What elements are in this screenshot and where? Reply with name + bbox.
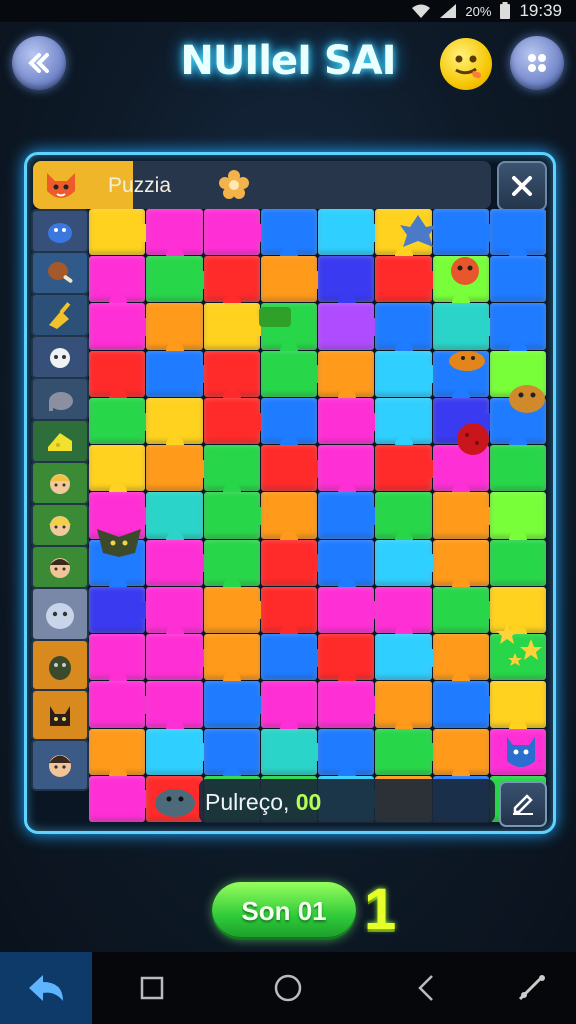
tray-piece[interactable] [31,545,89,589]
tray-piece[interactable] [31,209,89,253]
tray-piece[interactable] [31,639,89,691]
elephant-piece-icon [155,789,195,817]
puzzle-piece[interactable] [489,256,546,303]
dots-icon [528,54,546,72]
puzzle-board[interactable] [89,209,547,823]
status-icons: 20% 19:39 [411,1,562,21]
tray-piece[interactable] [31,419,89,463]
puzzle-piece[interactable] [489,445,546,492]
tray-piece[interactable] [31,377,89,421]
wifi-icon [412,4,431,18]
panel-header-label: Puzzia [108,174,172,197]
circle-icon [274,974,302,1002]
star-pattern-icon [496,623,542,666]
status-bar: 20% 19:39 [0,0,576,22]
emoji-button[interactable] [440,38,492,90]
nav-draw-button[interactable] [500,952,564,1024]
edit-icon [513,794,533,815]
menu-button[interactable] [510,36,564,90]
battery-icon [500,2,511,19]
tray-piece[interactable] [31,503,89,547]
drumstick-icon [48,262,73,283]
flower-icon [219,170,249,199]
orange-bug-icon [449,351,485,371]
footer-value: 00 [295,789,322,815]
puzzle-panel: Puzzia Pulreço, 00 [24,152,556,834]
dark-hair-face-icon [50,558,70,578]
black-cat-icon [50,706,70,726]
tray-piece[interactable] [31,251,89,295]
green-block-icon [259,307,291,327]
emoji-icon [455,55,482,79]
red-creature-icon [451,257,479,285]
battery-text: 20% [465,3,492,19]
grey-creature-icon [46,603,74,629]
footer-label-text: Pulreço, [205,789,290,815]
tray-piece[interactable] [31,689,89,741]
score-number: 1 [364,877,397,942]
back-button[interactable] [12,36,66,90]
blue-creature-icon [48,223,72,243]
piece-tray [31,209,89,823]
dog-creature-icon [509,385,545,413]
chevron-left-icon [418,975,433,1001]
share-back-icon [29,975,63,1001]
app-title: NUIleI SAI [180,38,396,84]
signal-icon [440,4,457,18]
panel-header: Puzzia [33,161,491,209]
boy-face-icon [50,474,70,494]
nav-share-button[interactable] [0,952,92,1024]
square-icon [140,976,164,1000]
nav-recents-button[interactable] [120,952,184,1024]
footer-label: Pulreço, 00 [205,789,321,816]
tray-piece[interactable] [31,293,89,337]
girl-face-icon [49,516,71,536]
cheese-icon [48,433,72,451]
navigation-bar [0,952,576,1024]
white-cat-icon [50,348,70,368]
close-button[interactable] [497,161,547,211]
dark-creature-icon [49,656,71,680]
yellow-tool-icon [49,302,71,329]
score-button[interactable]: Son 01 [212,882,356,940]
clock-time: 19:39 [519,1,562,20]
pen-icon [518,975,545,1001]
blue-cat-icon [507,737,535,767]
nav-back-button[interactable] [394,952,458,1024]
elephant-icon [49,392,73,411]
close-icon [512,176,532,196]
tray-piece[interactable] [31,335,89,379]
edit-button[interactable] [499,781,547,827]
nav-home-button[interactable] [256,952,320,1024]
bat-creature-icon [97,529,141,557]
fox-avatar-icon [41,165,81,205]
puzzle-piece[interactable] [489,539,546,586]
tray-piece[interactable] [31,461,89,505]
red-berry-icon [457,423,489,455]
tray-piece[interactable] [31,587,89,641]
panel-footer: Pulreço, 00 [33,777,547,827]
blue-figure-icon [400,215,436,247]
back-icon [28,53,49,73]
